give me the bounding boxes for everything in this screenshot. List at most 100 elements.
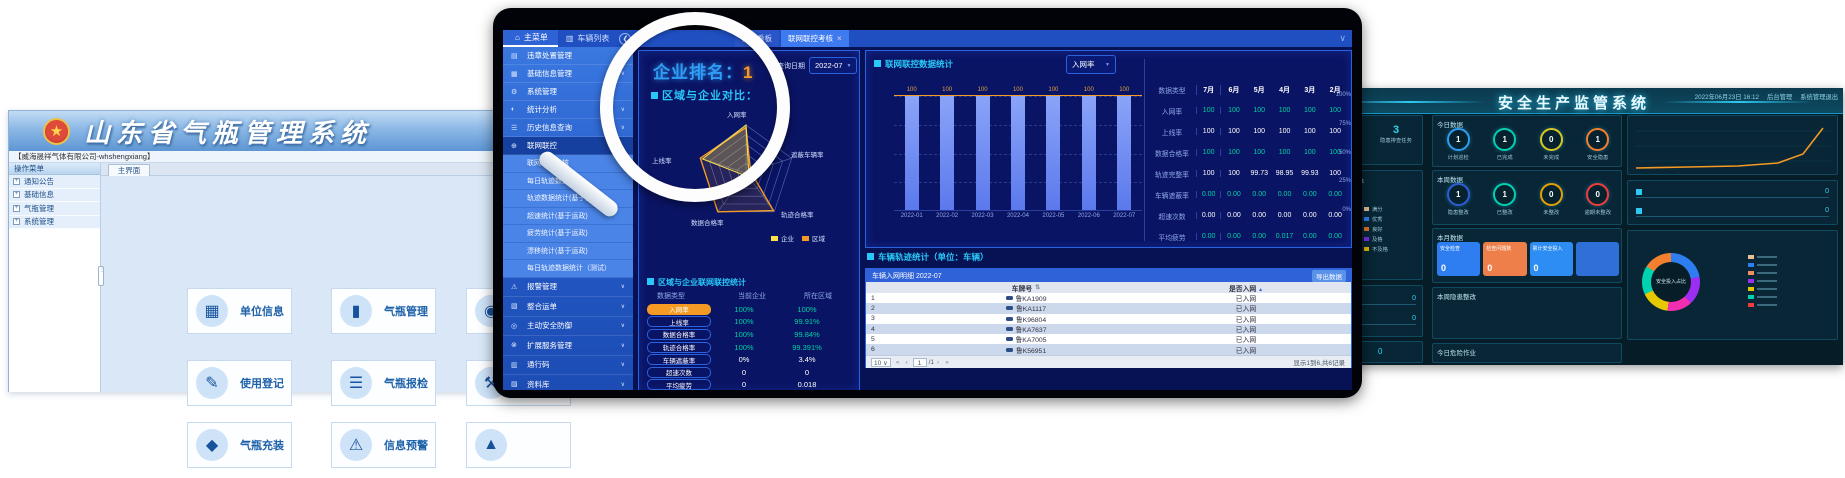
stat-label: 未完成: [1543, 153, 1559, 161]
plate-column-header[interactable]: 车牌号 ⇅: [886, 283, 1166, 293]
vehicle-row[interactable]: 2 鲁KA1117 已入网: [866, 303, 1351, 313]
next-page-button[interactable]: ›: [937, 359, 939, 366]
company-value: 100%: [711, 305, 777, 314]
sidebar-item[interactable]: ⚠ 报警管理 ∨: [503, 278, 633, 298]
expand-plus-icon[interactable]: +: [13, 205, 20, 212]
tab-network-assess[interactable]: 联网联控考核 ×: [781, 30, 849, 47]
invest-legend-swatch: [1748, 279, 1754, 283]
expand-plus-icon[interactable]: +: [13, 178, 20, 185]
legend-row: 满分: [1364, 205, 1388, 213]
vehicle-list-tab[interactable]: ▥ 车辆列表: [558, 30, 618, 47]
sidebar-resize-handle[interactable]: ⋮: [98, 266, 104, 286]
vehicle-row[interactable]: 4 鲁KA7637 已入网: [866, 324, 1351, 334]
metric-pill[interactable]: 入网率: [647, 304, 711, 315]
sidebar-menu-item[interactable]: + 通知公告: [9, 175, 100, 189]
month-card[interactable]: 安全检查 0: [1437, 242, 1480, 276]
vehicle-row[interactable]: 1 鲁KA1909 已入网: [866, 293, 1351, 303]
page-total: /1: [929, 359, 934, 366]
legend-label: 不及格: [1372, 245, 1388, 253]
bar-group: 100: [1011, 96, 1025, 210]
logout-link[interactable]: 系统管理退出: [1800, 92, 1838, 101]
cylinder-icon: ▮: [340, 295, 372, 327]
sidebar-item-icon: ⚙: [511, 88, 522, 96]
plate-cell: 鲁KA1117: [886, 303, 1166, 313]
bar: [940, 96, 954, 210]
close-tab-icon[interactable]: ×: [837, 34, 842, 43]
inspect-doc-icon: ☰: [340, 367, 372, 399]
submenu-item[interactable]: 漂移统计(基于运政): [503, 243, 633, 261]
bottom-count-2: 0: [1378, 347, 1382, 356]
submenu-item[interactable]: 疲劳统计(基于运政): [503, 225, 633, 243]
expand-plus-icon[interactable]: +: [13, 191, 20, 198]
panel-safety-invest: 安全投入占比: [1627, 230, 1838, 340]
month-card[interactable]: 检查问题数 0: [1483, 242, 1526, 276]
panel-zero-rows: 0 0: [1627, 180, 1838, 225]
invest-legend-row: [1748, 271, 1777, 275]
sidebar-menu-item[interactable]: + 气瓶管理: [9, 202, 100, 216]
month-card[interactable]: [1576, 242, 1619, 276]
card-value: 0: [1534, 263, 1539, 273]
metric-pill[interactable]: 平均疲劳: [647, 379, 711, 390]
month-cards: 安全检查 0 检查问题数 0 累计安全投入 0: [1437, 242, 1619, 276]
page-input[interactable]: 1: [913, 358, 927, 367]
chevron-down-icon[interactable]: ∨: [1339, 33, 1346, 44]
sidebar-item[interactable]: ▥ 通行码 ∨: [503, 356, 633, 376]
month-card[interactable]: 累计安全投入 0: [1530, 242, 1573, 276]
expand-plus-icon[interactable]: +: [13, 218, 20, 225]
cell: 100: [1247, 128, 1272, 135]
page-size-select[interactable]: 10 ∨: [871, 358, 891, 367]
status-column-header[interactable]: 是否入网 ▲: [1166, 283, 1326, 293]
tab-main[interactable]: 主界面: [108, 164, 150, 176]
car-icon: [1006, 296, 1013, 300]
home-menu-tab[interactable]: ⌂ 主菜单: [503, 30, 558, 47]
stats-row: 平均疲劳 0 0.018: [639, 379, 861, 390]
bars: 100 100 100: [894, 96, 1142, 210]
stat-value: 0: [1412, 295, 1416, 302]
vehicle-row[interactable]: 6 鲁K56951 已入网: [866, 344, 1351, 354]
vehicle-row[interactable]: 5 鲁KA7005 已入网: [866, 334, 1351, 344]
panel-divider: [1144, 59, 1145, 241]
sidebar-menu-item[interactable]: + 系统管理: [9, 216, 100, 230]
header-meta: 2022年06月23日 16:12 后台管理 系统管理退出: [1695, 92, 1838, 101]
row-metric: 入网率: [1148, 106, 1196, 116]
car-icon: [1006, 348, 1013, 352]
radar-axis-right-bottom: 轨迹合格率: [781, 209, 814, 219]
invest-legend-row: [1748, 287, 1777, 291]
month-table-row: 车辆遮蔽率 0.00 0.00 0.00 0.00 0.00 0.00: [1148, 184, 1348, 205]
metric-pill[interactable]: 上线率: [647, 316, 711, 327]
sidebar-item-label: 资料库: [527, 379, 550, 390]
sidebar-item-label: 整合运单: [527, 301, 557, 312]
last-page-button[interactable]: »: [945, 359, 949, 366]
admin-link[interactable]: 后台管理: [1767, 92, 1792, 101]
sidebar-item[interactable]: ◎ 主动安全防御 ∨: [503, 317, 633, 337]
prev-page-button[interactable]: ‹: [905, 359, 907, 366]
chevron-down-icon: ∨: [621, 381, 625, 388]
cell: 100: [1322, 149, 1347, 156]
week-stat: 1 已整改: [1482, 183, 1528, 216]
metric-pill[interactable]: 超速次数: [647, 367, 711, 378]
cell: 0.00: [1247, 191, 1272, 198]
x-tick: 2022-07: [1113, 213, 1135, 219]
sort-asc-icon[interactable]: ▲: [1258, 287, 1263, 293]
metric-dropdown[interactable]: 入网率 ▼: [1066, 55, 1116, 74]
sort-icon[interactable]: ⇅: [1035, 284, 1040, 291]
cell: 0.00: [1297, 212, 1322, 219]
sidebar-item[interactable]: ▨ 资料库 ∨: [503, 375, 633, 390]
card-label: 累计安全投入: [1533, 245, 1570, 252]
metric-pill[interactable]: 数据合格率: [647, 329, 711, 340]
invest-legend-row: [1748, 255, 1777, 259]
stat-label: 未整改: [1543, 208, 1559, 216]
date-dropdown[interactable]: 2022-07 ▼: [809, 57, 857, 74]
vehicle-row[interactable]: 3 鲁K96804 已入网: [866, 314, 1351, 324]
menu-item-label: 基础信息: [24, 189, 54, 200]
metric-pill[interactable]: 车辆遮蔽率: [647, 354, 711, 365]
invest-legend-text-bar: [1757, 304, 1777, 306]
sidebar-menu-item[interactable]: + 基础信息: [9, 189, 100, 203]
sidebar-item[interactable]: ▧ 整合运单 ∨: [503, 297, 633, 317]
invest-legend-swatch: [1748, 263, 1754, 267]
metric-pill[interactable]: 轨迹合格率: [647, 342, 711, 353]
sidebar-item[interactable]: ⊗ 扩展服务管理 ∨: [503, 336, 633, 356]
first-page-button[interactable]: «: [896, 359, 900, 366]
export-button[interactable]: 导出数据: [1312, 270, 1346, 282]
submenu-item[interactable]: 每日轨迹数据统计（测试）: [503, 260, 633, 278]
